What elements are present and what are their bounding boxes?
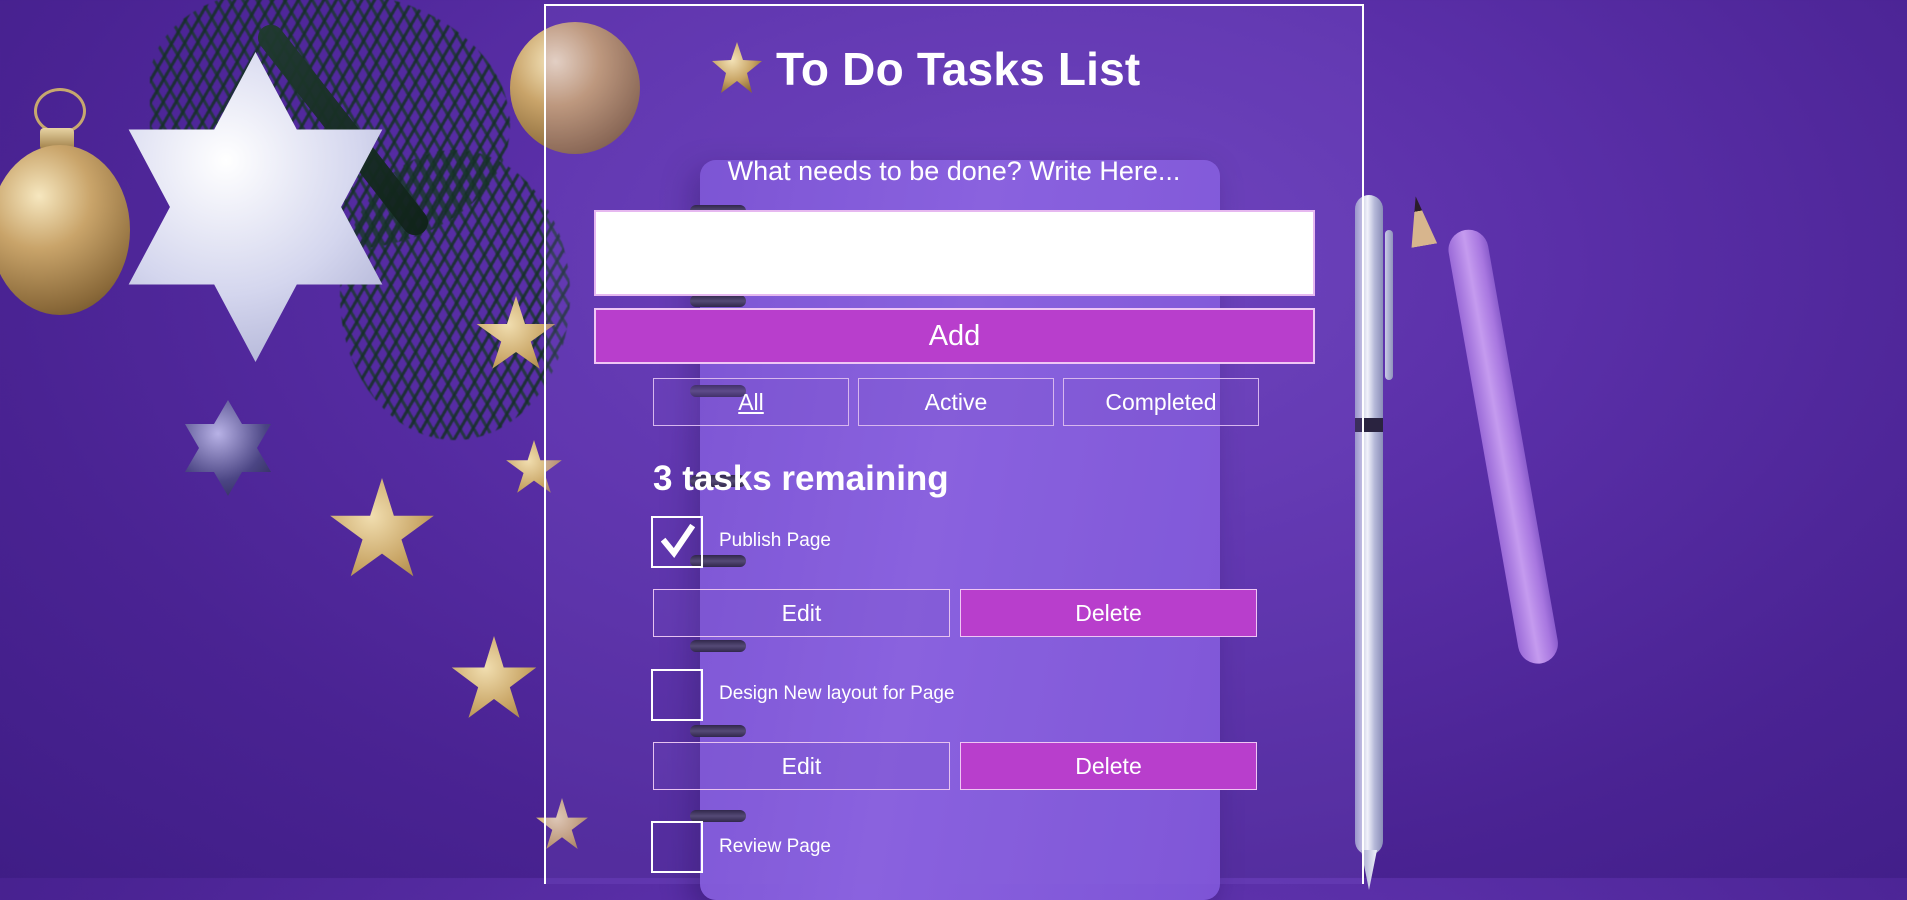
star-icon — [712, 42, 762, 93]
gold-star-decoration — [451, 636, 537, 718]
task-checkbox[interactable] — [651, 821, 703, 873]
new-task-input[interactable] — [594, 210, 1315, 296]
pen-clip-decoration — [1385, 230, 1393, 380]
task-label: Design New layout for Page — [719, 683, 955, 704]
gold-star-decoration — [330, 478, 434, 577]
pencil-tip-decoration — [1403, 194, 1437, 248]
checkmark-icon — [661, 523, 695, 559]
tasks-remaining-heading: 3 tasks remaining — [653, 459, 949, 498]
pencil-decoration — [1445, 226, 1562, 667]
delete-task-button[interactable]: Delete — [960, 589, 1257, 637]
edit-task-button[interactable]: Edit — [653, 589, 950, 637]
filter-all-button[interactable]: All — [653, 378, 849, 426]
edit-task-button[interactable]: Edit — [653, 742, 950, 790]
page-title: To Do Tasks List — [776, 43, 1141, 95]
task-checkbox[interactable] — [651, 516, 703, 568]
delete-task-button[interactable]: Delete — [960, 742, 1257, 790]
header: To Do Tasks List — [710, 40, 1140, 98]
filter-active-button[interactable]: Active — [858, 378, 1054, 426]
task-label: Publish Page — [719, 530, 831, 551]
input-prompt: What needs to be done? Write Here... — [727, 156, 1181, 186]
dark-gem-decoration — [185, 400, 271, 496]
task-checkbox[interactable] — [651, 669, 703, 721]
task-label: Review Page — [719, 836, 831, 857]
filter-completed-button[interactable]: Completed — [1063, 378, 1259, 426]
pine-branch-decoration — [340, 150, 570, 440]
add-button[interactable]: Add — [594, 308, 1315, 364]
gold-ornament-decoration — [0, 145, 130, 315]
